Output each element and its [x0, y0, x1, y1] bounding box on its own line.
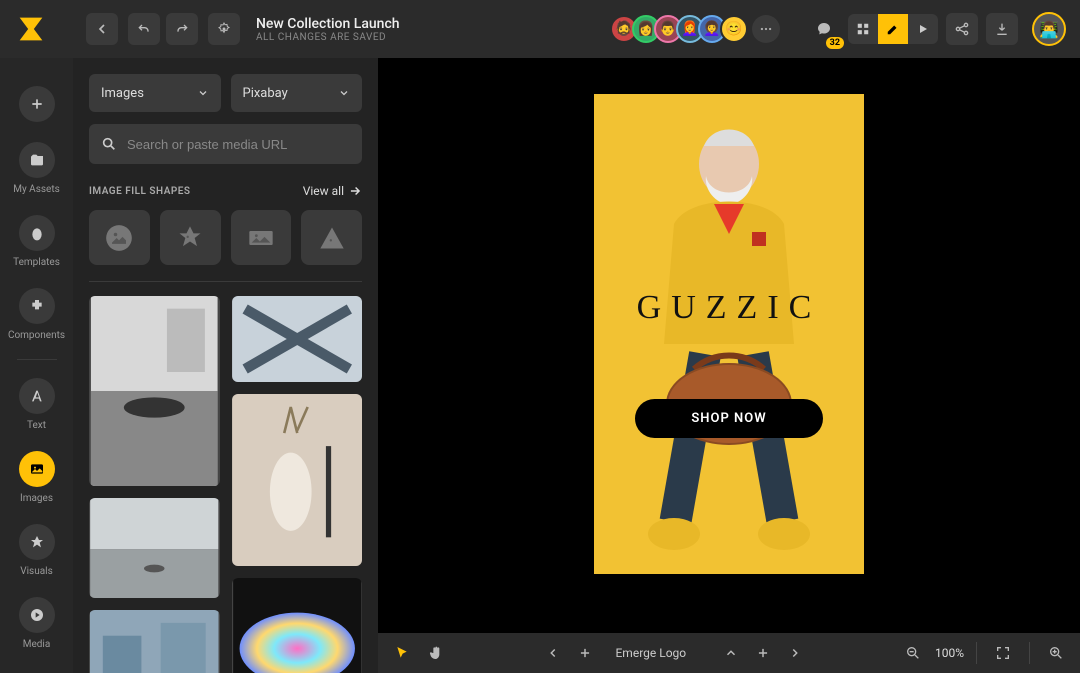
- undo-button[interactable]: [128, 13, 160, 45]
- next-layer[interactable]: [781, 639, 809, 667]
- chevron-down-icon: [338, 87, 350, 99]
- category-dropdown[interactable]: Images: [89, 74, 221, 112]
- search-input[interactable]: [127, 137, 350, 152]
- rail-my-assets[interactable]: My Assets: [7, 134, 67, 203]
- arrow-right-icon: [348, 184, 362, 198]
- project-info: New Collection Launch ALL CHANGES ARE SA…: [256, 16, 400, 43]
- left-rail: My Assets Templates Components Text Imag…: [0, 58, 73, 673]
- pointer-tool[interactable]: [388, 639, 416, 667]
- images-panel: Images Pixabay IMAGE FILL SHAPES View al…: [73, 58, 378, 673]
- shapes-heading: IMAGE FILL SHAPES: [89, 186, 191, 197]
- download-button[interactable]: [986, 13, 1018, 45]
- comments-badge: 32: [826, 37, 844, 49]
- redo-button[interactable]: [166, 13, 198, 45]
- stock-image[interactable]: [89, 296, 220, 486]
- avatar[interactable]: 😊: [720, 15, 748, 43]
- stock-image[interactable]: [232, 394, 363, 566]
- shape-rect[interactable]: [231, 210, 292, 265]
- shape-circle[interactable]: [89, 210, 150, 265]
- rail-text[interactable]: Text: [7, 370, 67, 439]
- layer-up[interactable]: [717, 639, 745, 667]
- mode-toggle: [848, 14, 938, 44]
- rail-images[interactable]: Images: [7, 443, 67, 512]
- fit-screen[interactable]: [989, 639, 1017, 667]
- comments-button[interactable]: 32: [808, 13, 840, 45]
- zoom-out[interactable]: [899, 639, 927, 667]
- view-all-link[interactable]: View all: [303, 184, 362, 198]
- collaborator-avatars[interactable]: 🧔 👩 👨 👩‍🦰 👩‍🦱 😊: [616, 15, 780, 43]
- bottombar: Emerge Logo 100%: [378, 633, 1080, 673]
- zoom-in[interactable]: [1042, 639, 1070, 667]
- more-avatars[interactable]: [752, 15, 780, 43]
- stock-image[interactable]: [232, 578, 363, 673]
- rail-visuals[interactable]: Visuals: [7, 516, 67, 585]
- settings-button[interactable]: [208, 13, 240, 45]
- search-icon: [101, 136, 117, 152]
- add-left[interactable]: [571, 639, 599, 667]
- brand-text[interactable]: GUZZIC: [637, 289, 822, 327]
- stock-image[interactable]: [232, 296, 363, 382]
- app-logo: [14, 12, 48, 46]
- rail-media[interactable]: Media: [7, 589, 67, 658]
- play-mode-button[interactable]: [908, 14, 938, 44]
- stock-image[interactable]: [89, 498, 220, 598]
- rail-templates[interactable]: Templates: [7, 207, 67, 276]
- search-box[interactable]: [89, 124, 362, 164]
- source-dropdown[interactable]: Pixabay: [231, 74, 363, 112]
- rail-add[interactable]: [7, 78, 67, 130]
- topbar: New Collection Launch ALL CHANGES ARE SA…: [0, 0, 1080, 58]
- layer-name[interactable]: Emerge Logo: [603, 639, 713, 667]
- rail-components[interactable]: Components: [7, 280, 67, 349]
- canvas-viewport[interactable]: GUZZIC SHOP NOW magda.w.. dany.paul: [378, 58, 1080, 633]
- add-right[interactable]: [749, 639, 777, 667]
- zoom-level[interactable]: 100%: [935, 646, 964, 660]
- user-avatar[interactable]: 👨‍💻: [1032, 12, 1066, 46]
- chevron-down-icon: [197, 87, 209, 99]
- save-status: ALL CHANGES ARE SAVED: [256, 32, 400, 43]
- canvas-area: GUZZIC SHOP NOW magda.w.. dany.paul Emer…: [378, 58, 1080, 673]
- project-title: New Collection Launch: [256, 16, 400, 32]
- stock-image[interactable]: [89, 610, 220, 673]
- back-button[interactable]: [86, 13, 118, 45]
- cta-button[interactable]: SHOP NOW: [635, 399, 822, 438]
- artboard[interactable]: GUZZIC SHOP NOW: [594, 94, 864, 574]
- share-button[interactable]: [946, 13, 978, 45]
- grid-mode-button[interactable]: [848, 14, 878, 44]
- hand-tool[interactable]: [422, 639, 450, 667]
- shape-triangle[interactable]: [301, 210, 362, 265]
- shape-star[interactable]: [160, 210, 221, 265]
- prev-layer[interactable]: [539, 639, 567, 667]
- edit-mode-button[interactable]: [878, 14, 908, 44]
